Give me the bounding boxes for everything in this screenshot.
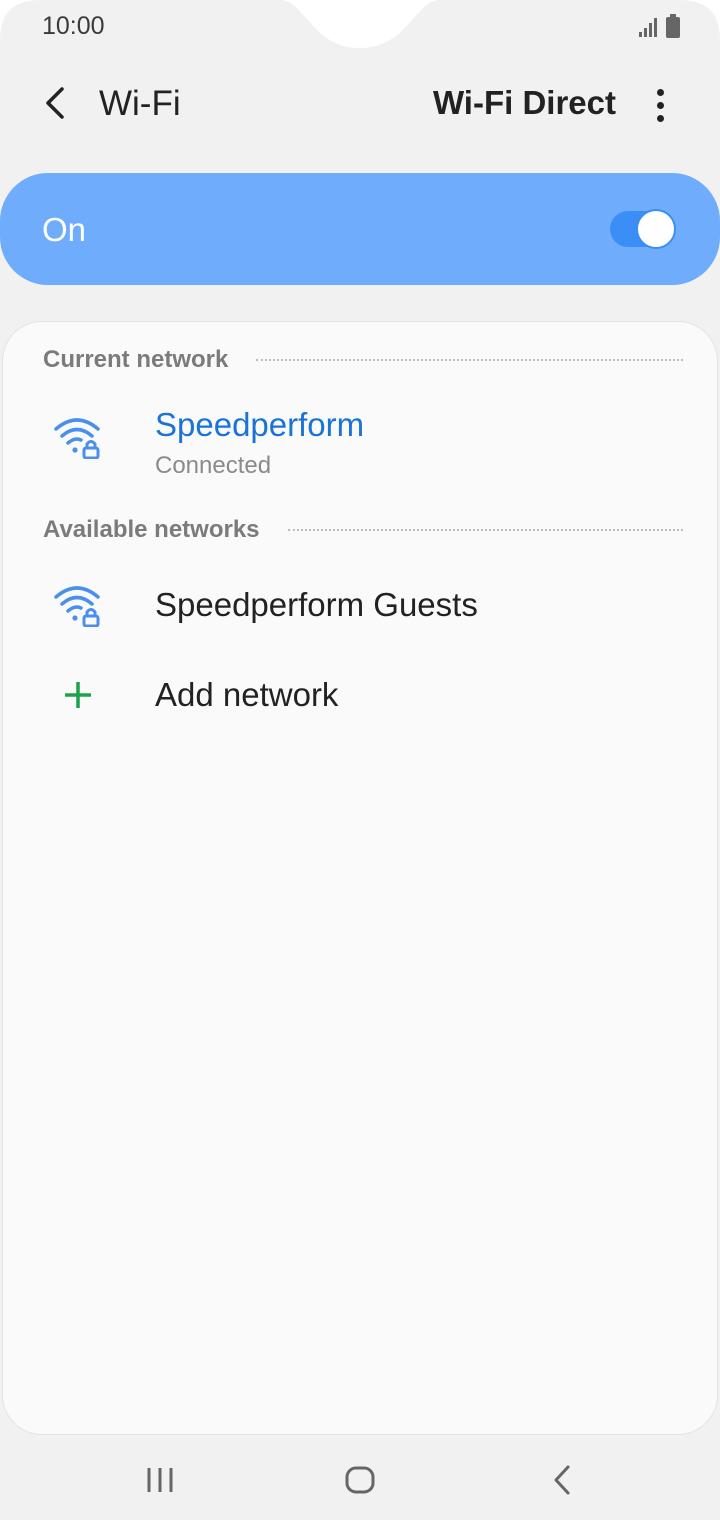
network-list-card: Current network Speedperform Connected A… xyxy=(2,321,718,1435)
battery-icon xyxy=(666,14,680,38)
section-divider xyxy=(287,529,683,531)
wifi-direct-button[interactable]: Wi-Fi Direct xyxy=(433,84,616,122)
back-arrow-icon xyxy=(46,87,64,119)
nav-back-icon xyxy=(554,1465,570,1495)
current-network-row[interactable]: Speedperform Connected xyxy=(3,402,719,492)
network-row-speedperform-guests[interactable]: Speedperform Guests xyxy=(3,566,719,646)
more-vert-icon-dot xyxy=(656,114,664,122)
more-vert-icon-dot xyxy=(656,101,664,109)
wifi-lock-icon-svg xyxy=(54,418,100,459)
current-network-status: Connected xyxy=(155,452,272,479)
wifi-master-toggle-row[interactable]: On xyxy=(0,173,720,285)
section-title: Available networks xyxy=(43,516,260,543)
current-network-section-header: Current network xyxy=(43,346,683,374)
nav-back-button[interactable] xyxy=(532,1450,592,1510)
more-vert-icon xyxy=(656,88,664,96)
app-header: Wi-Fi Wi-Fi Direct xyxy=(0,60,720,150)
plus-icon-svg xyxy=(65,682,91,708)
status-icons xyxy=(638,14,680,38)
page-title: Wi-Fi xyxy=(99,84,181,123)
wifi-lock-icon-svg xyxy=(54,586,100,627)
available-networks-section-header: Available networks xyxy=(43,516,683,544)
section-divider xyxy=(256,359,683,361)
network-name: Speedperform Guests xyxy=(155,586,478,623)
home-icon xyxy=(345,1466,375,1494)
home-button[interactable] xyxy=(330,1450,390,1510)
network-name-text: Speedperform Guests xyxy=(155,586,478,624)
wifi-lock-icon xyxy=(53,412,103,462)
signal-icon xyxy=(639,18,657,37)
status-bar: 10:00 xyxy=(0,0,720,56)
navigation-bar xyxy=(0,1436,720,1520)
toggle-label: On xyxy=(42,211,87,248)
section-title: Current network xyxy=(43,346,229,373)
wifi-lock-icon xyxy=(53,580,103,630)
current-network-text: Speedperform Connected xyxy=(155,406,364,480)
status-time: 10:00 xyxy=(42,12,105,40)
add-network-text: Add network xyxy=(155,676,338,714)
recents-button[interactable] xyxy=(130,1450,190,1510)
toggle-knob xyxy=(636,209,676,249)
wifi-toggle-switch[interactable] xyxy=(610,209,676,249)
plus-icon xyxy=(53,670,103,720)
more-options-button[interactable] xyxy=(640,80,680,130)
back-button[interactable] xyxy=(30,78,80,128)
recents-icon xyxy=(147,1468,173,1492)
current-network-name: Speedperform xyxy=(155,406,365,443)
add-network-label: Add network xyxy=(155,676,339,713)
add-network-row[interactable]: Add network xyxy=(3,656,719,736)
